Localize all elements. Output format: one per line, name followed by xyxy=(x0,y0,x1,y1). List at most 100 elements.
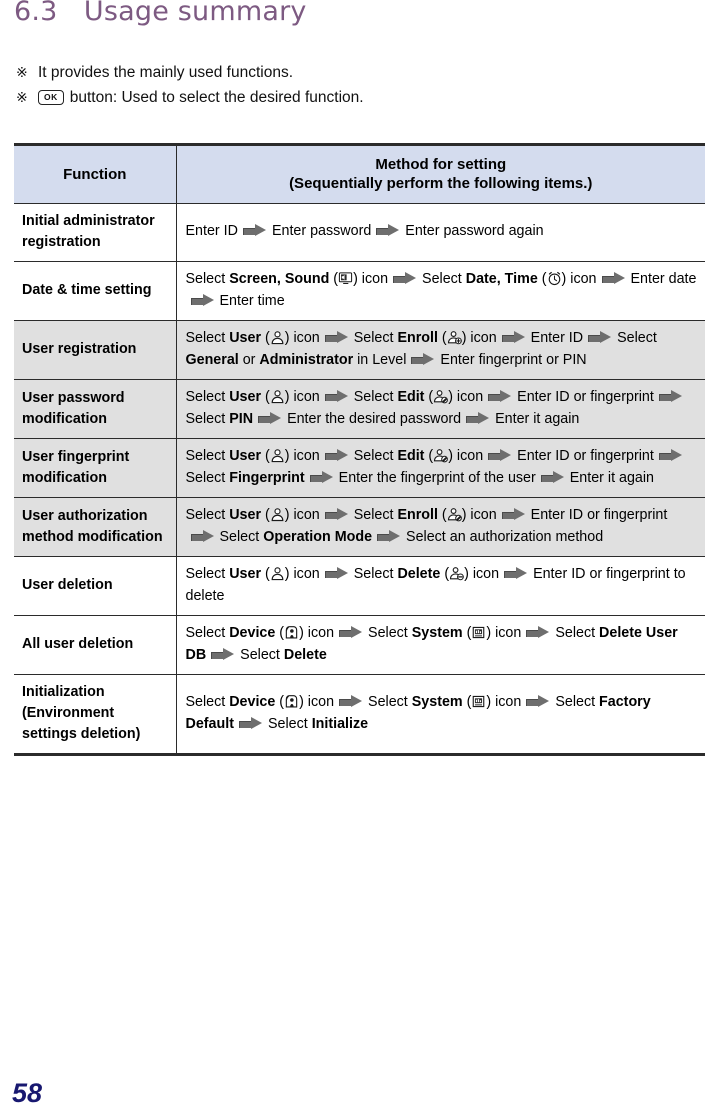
step-text: Select xyxy=(267,715,312,732)
step-keyword: Edit xyxy=(397,389,425,405)
next-step-arrow-icon xyxy=(588,331,612,343)
method-step: Enter it again xyxy=(570,470,654,486)
next-step-arrow-icon xyxy=(190,529,215,542)
system-icon xyxy=(471,694,486,709)
column-header-method-line1: Method for setting xyxy=(375,156,507,173)
method-step: Select User () icon xyxy=(186,448,320,464)
step-text: Select an authorization method xyxy=(406,528,604,545)
step-keyword: User xyxy=(229,448,262,464)
next-step-arrow-icon xyxy=(504,567,528,579)
step-text: Enter it again xyxy=(495,410,580,427)
method-step: Select Device () icon xyxy=(186,625,335,641)
method-step: Select Delete xyxy=(240,647,327,663)
row-function-name: Initialization (Environment settings del… xyxy=(14,674,177,756)
next-step-arrow-icon xyxy=(658,449,683,461)
next-step-arrow-icon xyxy=(501,508,526,520)
row-method-steps: Select User () icon Select Edit () icon En… xyxy=(176,379,705,439)
step-text: in Level xyxy=(353,351,407,368)
step-text: Select xyxy=(219,528,264,545)
user-icon xyxy=(270,389,285,404)
method-step: Enter password xyxy=(272,223,371,239)
column-header-method-line2: (Sequentially perform the following item… xyxy=(289,175,593,192)
method-step: Select Device () icon xyxy=(186,694,335,710)
table-row: All user deletion Select Device () icon Se… xyxy=(14,615,705,675)
next-step-arrow-icon xyxy=(324,390,349,402)
method-step: Select Fingerprint xyxy=(186,470,305,486)
user-icon xyxy=(270,507,285,522)
next-step-arrow-icon xyxy=(658,390,683,402)
method-step: Select PIN xyxy=(186,411,254,427)
table-row: User registration Select User () icon Sele… xyxy=(14,320,705,380)
usage-summary-table: Function Method for setting (Sequentiall… xyxy=(14,143,705,756)
next-step-arrow-icon xyxy=(190,293,215,306)
step-keyword: Administrator xyxy=(259,351,354,368)
step-text: Select xyxy=(185,507,230,523)
step-text: Enter password xyxy=(271,223,372,240)
column-header-function: Function xyxy=(14,143,177,204)
step-text: ( xyxy=(537,271,547,287)
method-step: Select Date, Time () icon xyxy=(422,271,596,287)
step-keyword: System xyxy=(411,694,463,710)
user-icon xyxy=(270,330,285,345)
row-function-name: Initial administrator registration xyxy=(14,203,177,262)
next-step-arrow-icon xyxy=(242,224,267,237)
step-text: Select xyxy=(555,625,600,641)
user-edit-icon xyxy=(433,389,449,404)
step-keyword: PIN xyxy=(229,410,254,427)
table-row: User deletion Select User () icon Select D… xyxy=(14,556,705,616)
step-text: icon xyxy=(289,389,320,405)
next-step-arrow-icon xyxy=(238,716,263,729)
step-text: Enter time xyxy=(219,292,285,309)
method-step: Enter ID or fingerprint xyxy=(517,389,654,405)
user-icon xyxy=(270,566,285,581)
step-text: ( xyxy=(437,507,447,523)
step-text: ( xyxy=(261,507,270,523)
step-text: icon xyxy=(303,625,335,641)
next-step-arrow-icon xyxy=(393,272,417,284)
step-text: Select xyxy=(185,566,230,582)
method-step: Select Enroll () icon xyxy=(354,507,497,523)
next-step-arrow-icon xyxy=(258,411,282,424)
step-text: Select xyxy=(422,271,466,287)
step-text: Select xyxy=(353,566,398,582)
method-step: Enter it again xyxy=(495,411,579,427)
user-edit-icon xyxy=(433,448,449,463)
step-text: icon xyxy=(566,271,597,287)
row-function-name: User deletion xyxy=(14,556,177,616)
method-step: Select Operation Mode xyxy=(220,529,373,545)
next-step-arrow-icon xyxy=(324,331,349,343)
user-add-icon xyxy=(447,330,462,345)
table-body: Initial administrator registration Enter … xyxy=(14,203,705,756)
row-function-name: User fingerprint modification xyxy=(14,438,177,498)
row-method-steps: Enter ID Enter password Enter password aga… xyxy=(176,203,705,262)
next-step-arrow-icon xyxy=(526,626,550,638)
step-text: ( xyxy=(462,694,472,710)
step-text: Select xyxy=(185,469,230,486)
next-step-arrow-icon xyxy=(601,272,626,284)
step-text: Enter ID or fingerprint xyxy=(517,448,654,464)
usage-summary-table-wrap: Function Method for setting (Sequentiall… xyxy=(14,143,705,756)
step-keyword: Operation Mode xyxy=(263,528,373,545)
step-text: ( xyxy=(440,566,450,582)
step-text: Enter the desired password xyxy=(287,410,462,427)
step-text: Enter ID xyxy=(185,223,238,240)
method-step: Select an authorization method xyxy=(406,529,603,545)
next-step-arrow-icon xyxy=(211,647,235,660)
step-text: ( xyxy=(261,389,270,405)
step-text: icon xyxy=(452,448,484,464)
step-text: ( xyxy=(424,448,434,464)
method-step: Select Screen, Sound () icon xyxy=(186,271,389,287)
step-text: Select xyxy=(555,694,600,710)
row-function-name: Date & time setting xyxy=(14,261,177,321)
method-step: Select User () icon xyxy=(186,389,320,405)
method-step: Select Delete () icon xyxy=(354,566,499,582)
user-delete-icon xyxy=(449,566,464,581)
note-line-2: ※ OK button: Used to select the desired … xyxy=(16,85,688,110)
row-function-name: User registration xyxy=(14,320,177,380)
step-text: Select xyxy=(368,625,412,641)
step-text: icon xyxy=(491,625,522,641)
step-text: Enter ID xyxy=(530,330,584,346)
clock-icon xyxy=(547,271,562,286)
method-step: Enter ID xyxy=(186,223,238,239)
step-text: icon xyxy=(289,448,320,464)
